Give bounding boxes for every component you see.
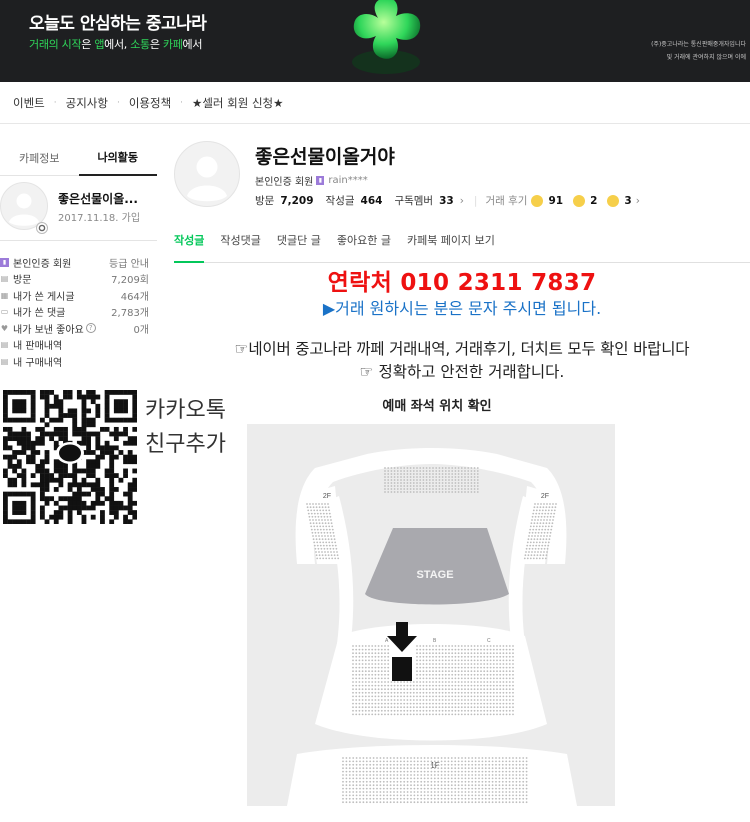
cafe-menu-bar: 이벤트 · 공지사항 · 이용정책 · ★셀러 회원 신청★ [0,82,750,124]
profile-nickname: 좋은선물이올거야 [255,146,395,168]
top-banner[interactable]: 오늘도 안심하는 중고나라 거래의 시작은 앱에서, 소통은 카페에서 (주)중… [0,0,750,82]
stat-likes[interactable]: ♥ 내가 보낸 좋아요 ? 0개 [0,320,157,337]
profile-auth: 본인인증 회원 ▮ rain**** [255,175,368,188]
seat-location-marker [392,657,412,681]
chevron-right-icon[interactable]: › [460,195,464,207]
seatmap-2f-right: 2F [541,493,549,500]
seatmap-section-c: C [487,638,491,644]
visit-icon: ▤ [0,274,9,284]
sidebar-stats: ▮ 본인인증 회원 등급 안내 ▤ 방문 7,209회 ▦ 내가 쓴 게시글 4… [0,241,157,370]
settings-gear-icon[interactable] [36,222,48,234]
request-message: ▶거래 원하시는 분은 문자 주시면 됩니다. [322,299,602,318]
kakaotalk-qr-code [3,390,137,524]
tab-commented-posts[interactable]: 댓글단 글 [277,233,321,263]
verified-badge-icon: ▮ [0,257,9,267]
stat-sales[interactable]: ▤ 내 판매내역 [0,337,157,354]
activity-tabs: 작성글 작성댓글 댓글단 글 좋아요한 글 카페북 페이지 보기 [174,233,750,263]
nav-policy[interactable]: 이용정책 [129,95,171,111]
nav-seller-apply[interactable]: ★셀러 회원 신청★ [192,95,283,111]
chevron-right-icon[interactable]: › [636,195,640,207]
stat-posts[interactable]: ▦ 내가 쓴 게시글 464개 [0,287,157,304]
purchase-icon: ▤ [0,356,9,366]
sidebar-nickname[interactable]: 좋은선물이올... [58,190,138,207]
clover-logo-icon [352,0,421,74]
stat-visit: ▤ 방문 7,209회 [0,274,149,287]
stat-verified: ▮ 본인인증 회원 등급 안내 [0,254,157,271]
tab-cafebook[interactable]: 카페북 페이지 보기 [407,233,495,263]
seatmap-2f-left: 2F [323,493,331,500]
help-icon[interactable]: ? [85,323,96,334]
nav-event[interactable]: 이벤트 [13,95,45,111]
tab-comments[interactable]: 작성댓글 [220,233,260,263]
verified-badge-icon: ▮ [316,176,325,185]
notice-line-2: ☞ 정확하고 안전한 거래합니다. [359,363,565,381]
sidebar-joined-date: 2017.11.18. 가입 [58,213,141,224]
seatmap-stage-label: STAGE [416,569,453,581]
stat-comments[interactable]: ▭ 내가 쓴 댓글 2,783개 [0,304,157,321]
seat-map-image: STAGE 2F 2F 1F A B C [247,424,615,806]
smile-emoji-icon [531,194,544,207]
sidebar: 카페정보 나의활동 좋은선물이올... 2017.11.18. 가입 ▮ 본인인… [0,140,157,370]
profile-user-id: rain**** [328,175,368,186]
banner-subtitle: 거래의 시작은 앱에서, 소통은 카페에서 [29,38,203,51]
stat-purchases[interactable]: ▤ 내 구매내역 [0,353,157,370]
notice-line-1: ☞네이버 중고나라 까페 거래내역, 거래후기, 더치트 모두 확인 바랍니다 [234,340,690,358]
sidebar-profile: 좋은선물이올... 2017.11.18. 가입 [0,176,157,241]
sales-icon: ▤ [0,340,9,350]
profile-stats: 방문 7,209 작성글 464 구독멤버 33 › | 거래 후기 91 2 3 › [255,193,640,208]
grade-guide-link[interactable]: 등급 안내 [109,255,149,270]
heart-icon: ♥ [0,323,9,333]
tab-my-activity[interactable]: 나의활동 [78,140,157,176]
subscribers-link[interactable]: 구독멤버 [394,193,433,208]
banner-notice: (주)중고나라는 통신판매중개자입니다 및 거래에 관여하지 않으며 이에 [651,41,746,61]
profile-avatar[interactable] [174,141,240,207]
sidebar-tabs: 카페정보 나의활동 [0,140,157,176]
comment-icon: ▭ [0,307,9,317]
seat-title: 예매 좌석 위치 확인 [382,399,492,414]
nav-notice[interactable]: 공지사항 [66,95,108,111]
tab-liked-posts[interactable]: 좋아요한 글 [337,233,391,263]
post-icon: ▦ [0,290,9,300]
sad-emoji-icon [607,194,620,207]
neutral-emoji-icon [573,194,586,207]
banner-title: 오늘도 안심하는 중고나라 [29,14,207,34]
contact-phone: 연락처 010 2311 7837 [327,270,597,296]
tab-cafe-info[interactable]: 카페정보 [0,140,79,175]
add-friend-label: 친구추가 [145,432,226,457]
tab-posts[interactable]: 작성글 [174,233,205,263]
